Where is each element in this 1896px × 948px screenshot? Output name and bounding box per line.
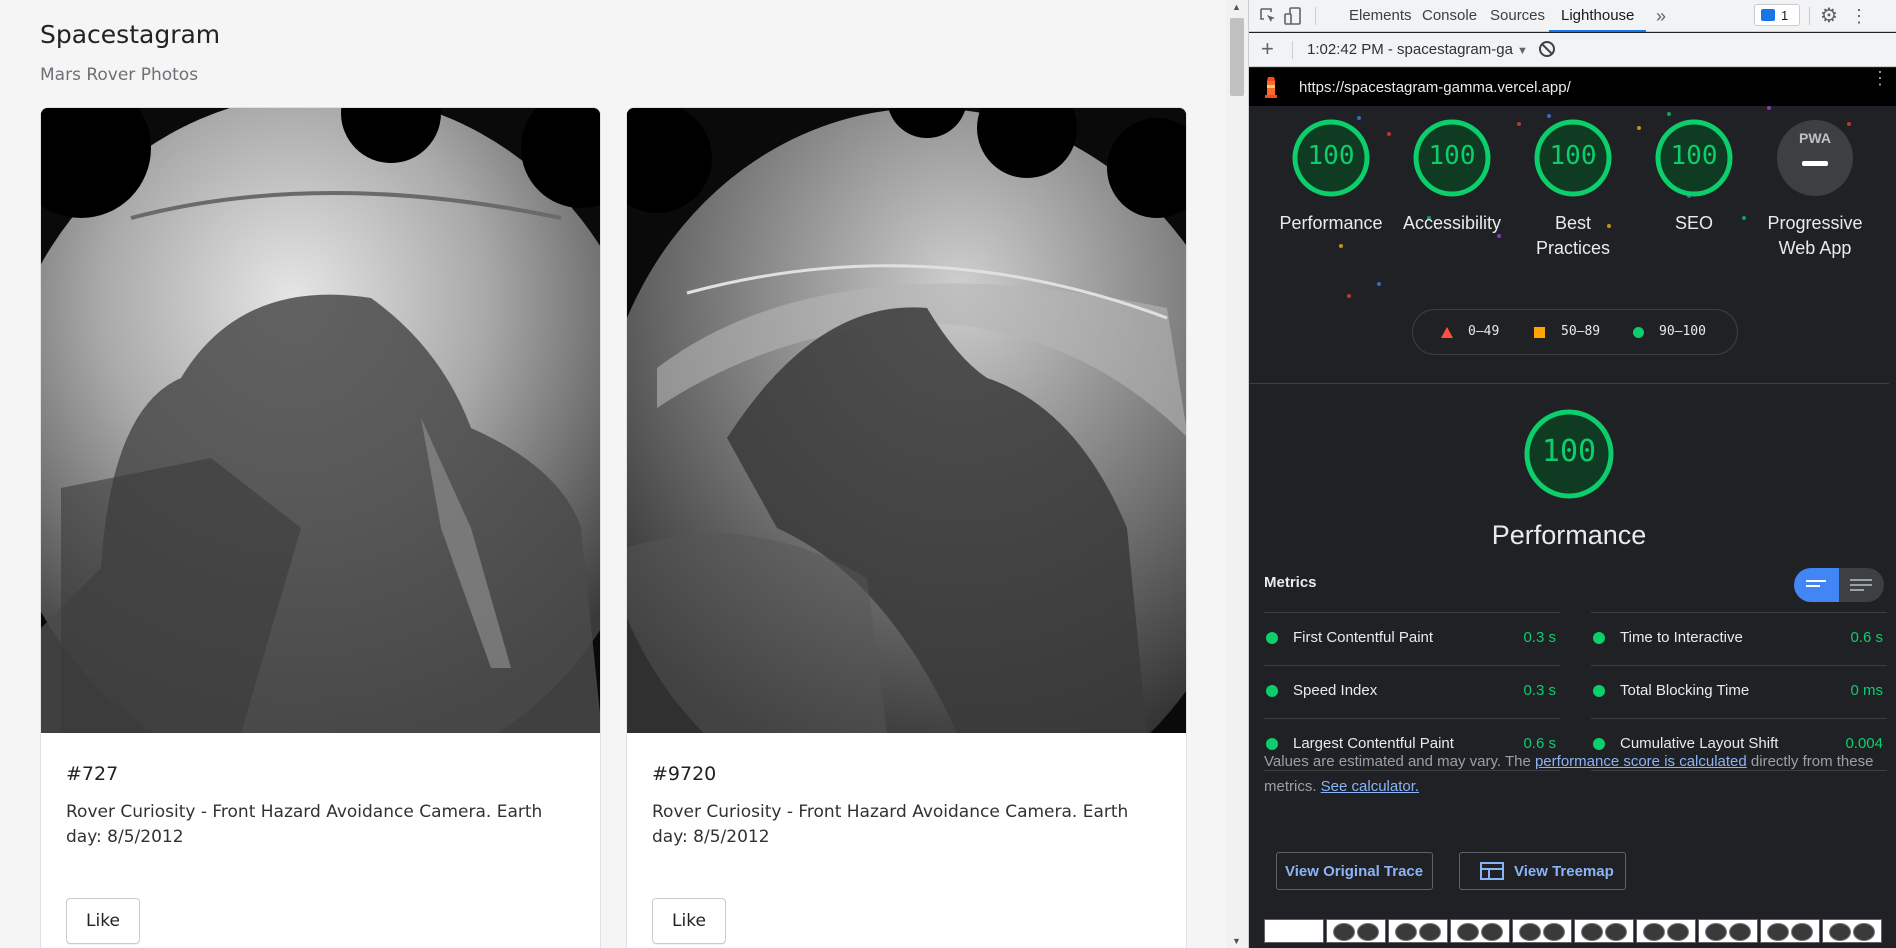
gauge-label: Accessibility — [1402, 213, 1502, 233]
filmstrip-frame — [1326, 919, 1386, 943]
devtools-scrollbar[interactable] — [1889, 106, 1896, 948]
tab-sources[interactable]: Sources — [1490, 0, 1545, 32]
gauge-label: Progressive Web App — [1767, 213, 1863, 258]
gauge-label: Performance — [1279, 213, 1383, 233]
filmstrip-frame — [1636, 919, 1696, 943]
new-report-plus-icon[interactable]: + — [1261, 37, 1274, 61]
metric-total-blocking-time: Total Blocking Time 0 ms — [1591, 665, 1887, 717]
card-description: Rover Curiosity - Front Hazard Avoidance… — [652, 802, 1129, 847]
card-title: #727 — [66, 763, 119, 785]
performance-score: 100 — [1541, 434, 1597, 469]
see-calculator-link[interactable]: See calculator. — [1321, 778, 1419, 795]
filmstrip-frame — [1574, 919, 1634, 943]
devtools-panel: Elements Console Sources Lighthouse » 1 … — [1248, 0, 1896, 948]
expanded-view-icon[interactable] — [1850, 579, 1872, 581]
view-original-trace-button[interactable]: View Original Trace — [1276, 852, 1433, 890]
rover-photo — [627, 108, 1186, 733]
tab-console[interactable]: Console — [1422, 0, 1477, 32]
filmstrip-frame — [1450, 919, 1510, 943]
gauge-score: 100 — [1670, 141, 1718, 171]
gauge-accessibility[interactable]: 100 Accessibility — [1392, 118, 1512, 236]
metric-speed-index: Speed Index 0.3 s — [1264, 665, 1560, 717]
more-tabs-icon[interactable]: » — [1651, 6, 1671, 26]
devtools-tabbar: Elements Console Sources Lighthouse » 1 … — [1249, 0, 1896, 32]
report-menu-icon[interactable]: ⋮ — [1871, 69, 1889, 87]
inspect-element-icon[interactable] — [1258, 6, 1278, 26]
rover-photo — [41, 108, 600, 733]
filmstrip-frame — [1760, 919, 1820, 943]
pass-circle-icon — [1633, 327, 1644, 338]
treemap-icon — [1480, 862, 1504, 880]
report-selector[interactable]: 1:02:42 PM - spacestagram-ga ▼ — [1307, 41, 1528, 58]
score-legend: 0–49 50–89 90–100 — [1412, 309, 1738, 355]
tab-elements[interactable]: Elements — [1349, 0, 1412, 32]
fail-triangle-icon — [1441, 327, 1453, 338]
gauge-score: 100 — [1307, 141, 1355, 171]
app-page: Spacestagram Mars Rover Photos #727 Rove… — [0, 0, 1226, 948]
pass-circle-icon — [1593, 632, 1605, 644]
gauge-best-practices[interactable]: 100 Best Practices — [1513, 118, 1633, 261]
gauge-pwa[interactable]: PWA Progressive Web App — [1755, 118, 1875, 261]
report-url-bar: https://spacestagram-gamma.vercel.app/ ⋮ — [1249, 68, 1896, 106]
settings-gear-icon[interactable]: ⚙ — [1819, 6, 1839, 26]
dropdown-caret-icon: ▼ — [1516, 45, 1528, 57]
gauge-score: 100 — [1549, 141, 1597, 171]
scroll-down-arrow-icon[interactable]: ▼ — [1232, 936, 1241, 946]
page-title: Spacestagram — [40, 20, 221, 49]
pass-circle-icon — [1266, 632, 1278, 644]
filmstrip-frame — [1388, 919, 1448, 943]
lighthouse-toolbar: + 1:02:42 PM - spacestagram-ga ▼ — [1249, 33, 1896, 67]
like-button[interactable]: Like — [652, 898, 726, 944]
gauge-seo[interactable]: 100 SEO — [1634, 118, 1754, 236]
view-treemap-button[interactable]: View Treemap — [1459, 852, 1626, 890]
performance-score-link[interactable]: performance score is calculated — [1535, 753, 1747, 770]
performance-gauge-large: 100 Performance — [1469, 408, 1669, 550]
legend-fail: 0–49 — [1468, 324, 1500, 339]
photo-card: #727 Rover Curiosity - Front Hazard Avoi… — [40, 107, 601, 948]
clear-block-icon[interactable] — [1539, 41, 1555, 57]
device-toolbar-icon[interactable] — [1283, 6, 1303, 26]
gauge-score: 100 — [1428, 141, 1476, 171]
photo-card: #9720 Rover Curiosity - Front Hazard Avo… — [626, 107, 1187, 948]
report-url[interactable]: https://spacestagram-gamma.vercel.app/ — [1299, 79, 1571, 96]
filmstrip-frame — [1698, 919, 1758, 943]
average-square-icon — [1534, 327, 1545, 338]
more-options-icon[interactable]: ⋮ — [1849, 6, 1869, 26]
message-icon — [1761, 9, 1775, 21]
filmstrip-frame — [1512, 919, 1572, 943]
gauge-label: SEO — [1674, 213, 1713, 233]
legend-average: 50–89 — [1561, 324, 1601, 339]
card-description: Rover Curiosity - Front Hazard Avoidance… — [66, 802, 543, 847]
scrollbar-thumb[interactable] — [1230, 18, 1244, 96]
legend-pass: 90–100 — [1659, 324, 1706, 339]
lighthouse-logo-icon — [1265, 77, 1277, 98]
scroll-up-arrow-icon[interactable]: ▲ — [1232, 2, 1241, 12]
metric-first-contentful-paint: First Contentful Paint 0.3 s — [1264, 612, 1560, 664]
pass-circle-icon — [1593, 685, 1605, 697]
page-subtitle: Mars Rover Photos — [40, 65, 199, 85]
filmstrip-frame — [1822, 919, 1882, 943]
pwa-badge-text: PWA — [1799, 130, 1831, 146]
filmstrip — [1264, 919, 1889, 943]
page-scrollbar[interactable]: ▲ ▼ — [1226, 0, 1248, 948]
gauge-performance[interactable]: 100 Performance — [1271, 118, 1391, 236]
metrics-heading: Metrics — [1264, 574, 1317, 591]
like-button[interactable]: Like — [66, 898, 140, 944]
compact-view-button[interactable] — [1794, 568, 1839, 602]
metrics-note: Values are estimated and may vary. The p… — [1264, 753, 1874, 795]
lighthouse-report: 100 Performance 100 Accessibility 100 Be… — [1249, 106, 1889, 948]
card-title: #9720 — [652, 763, 717, 785]
issues-badge[interactable]: 1 — [1754, 4, 1800, 26]
gauge-label: Best Practices — [1535, 213, 1611, 258]
metrics-view-toggle[interactable] — [1794, 568, 1884, 602]
tab-lighthouse[interactable]: Lighthouse — [1549, 0, 1647, 32]
filmstrip-frame — [1264, 919, 1324, 943]
pass-circle-icon — [1266, 685, 1278, 697]
metric-time-to-interactive: Time to Interactive 0.6 s — [1591, 612, 1887, 664]
performance-title: Performance — [1491, 520, 1647, 550]
